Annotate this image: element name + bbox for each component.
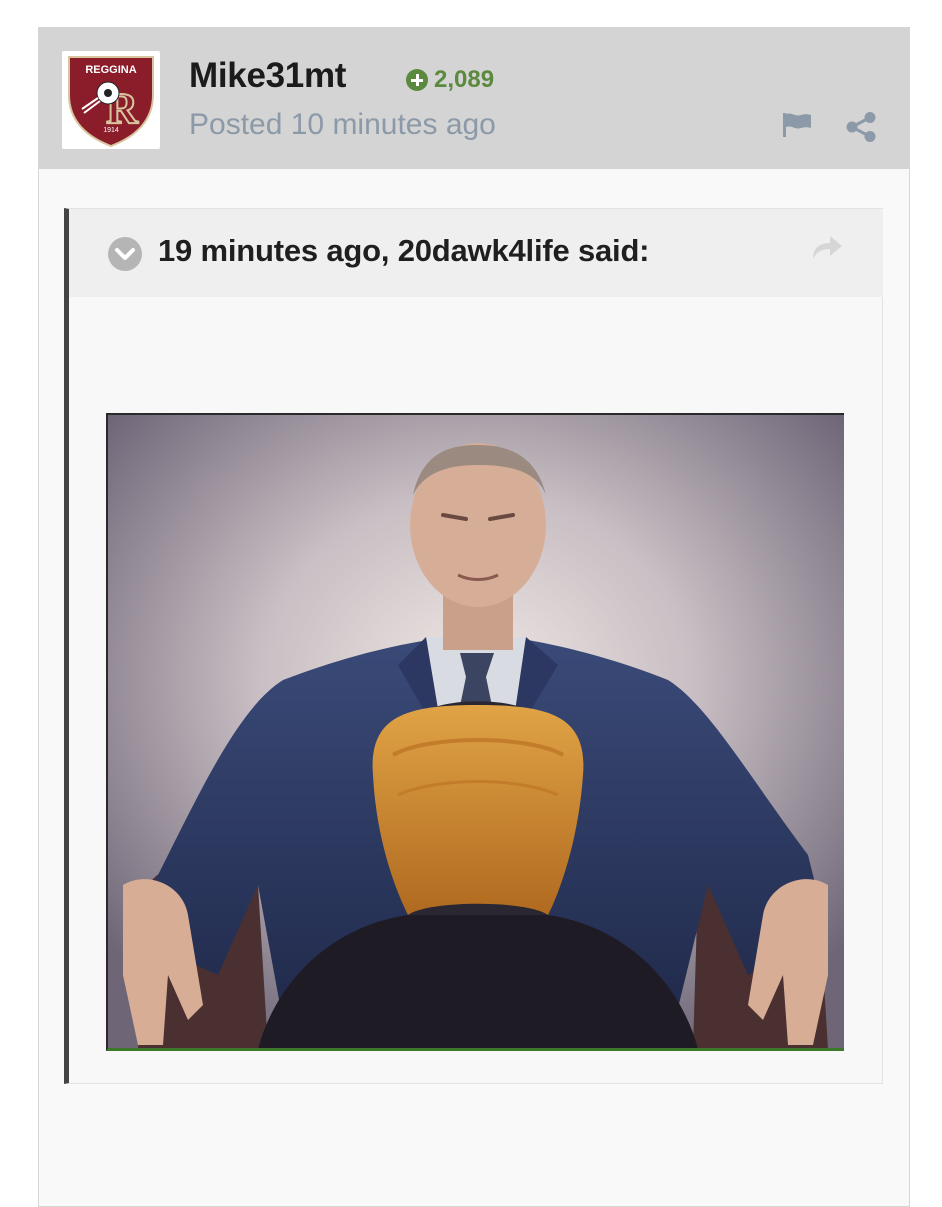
reputation-count: 2,089 (434, 66, 495, 93)
posted-time[interactable]: Posted 10 minutes ago (189, 108, 496, 142)
photo (108, 415, 844, 1048)
flag-icon[interactable] (781, 112, 813, 138)
reply-arrow-icon[interactable] (810, 233, 844, 263)
reggina-crest-logo: REGGINA R 1914 (68, 56, 154, 148)
author-username[interactable]: Mike31mt (189, 56, 346, 96)
share-icon[interactable] (845, 112, 877, 142)
crest-club-name: REGGINA (85, 64, 136, 76)
quote-citation: 19 minutes ago, 20dawk4life said: (158, 233, 650, 268)
post-header: REGGINA R 1914 Mike31mt 2,089 Posted 10 … (39, 28, 909, 169)
quoted-image[interactable] (106, 413, 844, 1051)
quote-header: 19 minutes ago, 20dawk4life said: (69, 209, 883, 297)
chevron-down-icon[interactable] (107, 236, 143, 272)
forum-post: REGGINA R 1914 Mike31mt 2,089 Posted 10 … (38, 27, 910, 1207)
quoted-post: 19 minutes ago, 20dawk4life said: (64, 208, 883, 1084)
plus-circle-icon (406, 69, 428, 91)
crest-year: 1914 (103, 127, 119, 134)
reputation-badge: 2,089 (406, 66, 495, 93)
avatar[interactable]: REGGINA R 1914 (62, 51, 160, 149)
